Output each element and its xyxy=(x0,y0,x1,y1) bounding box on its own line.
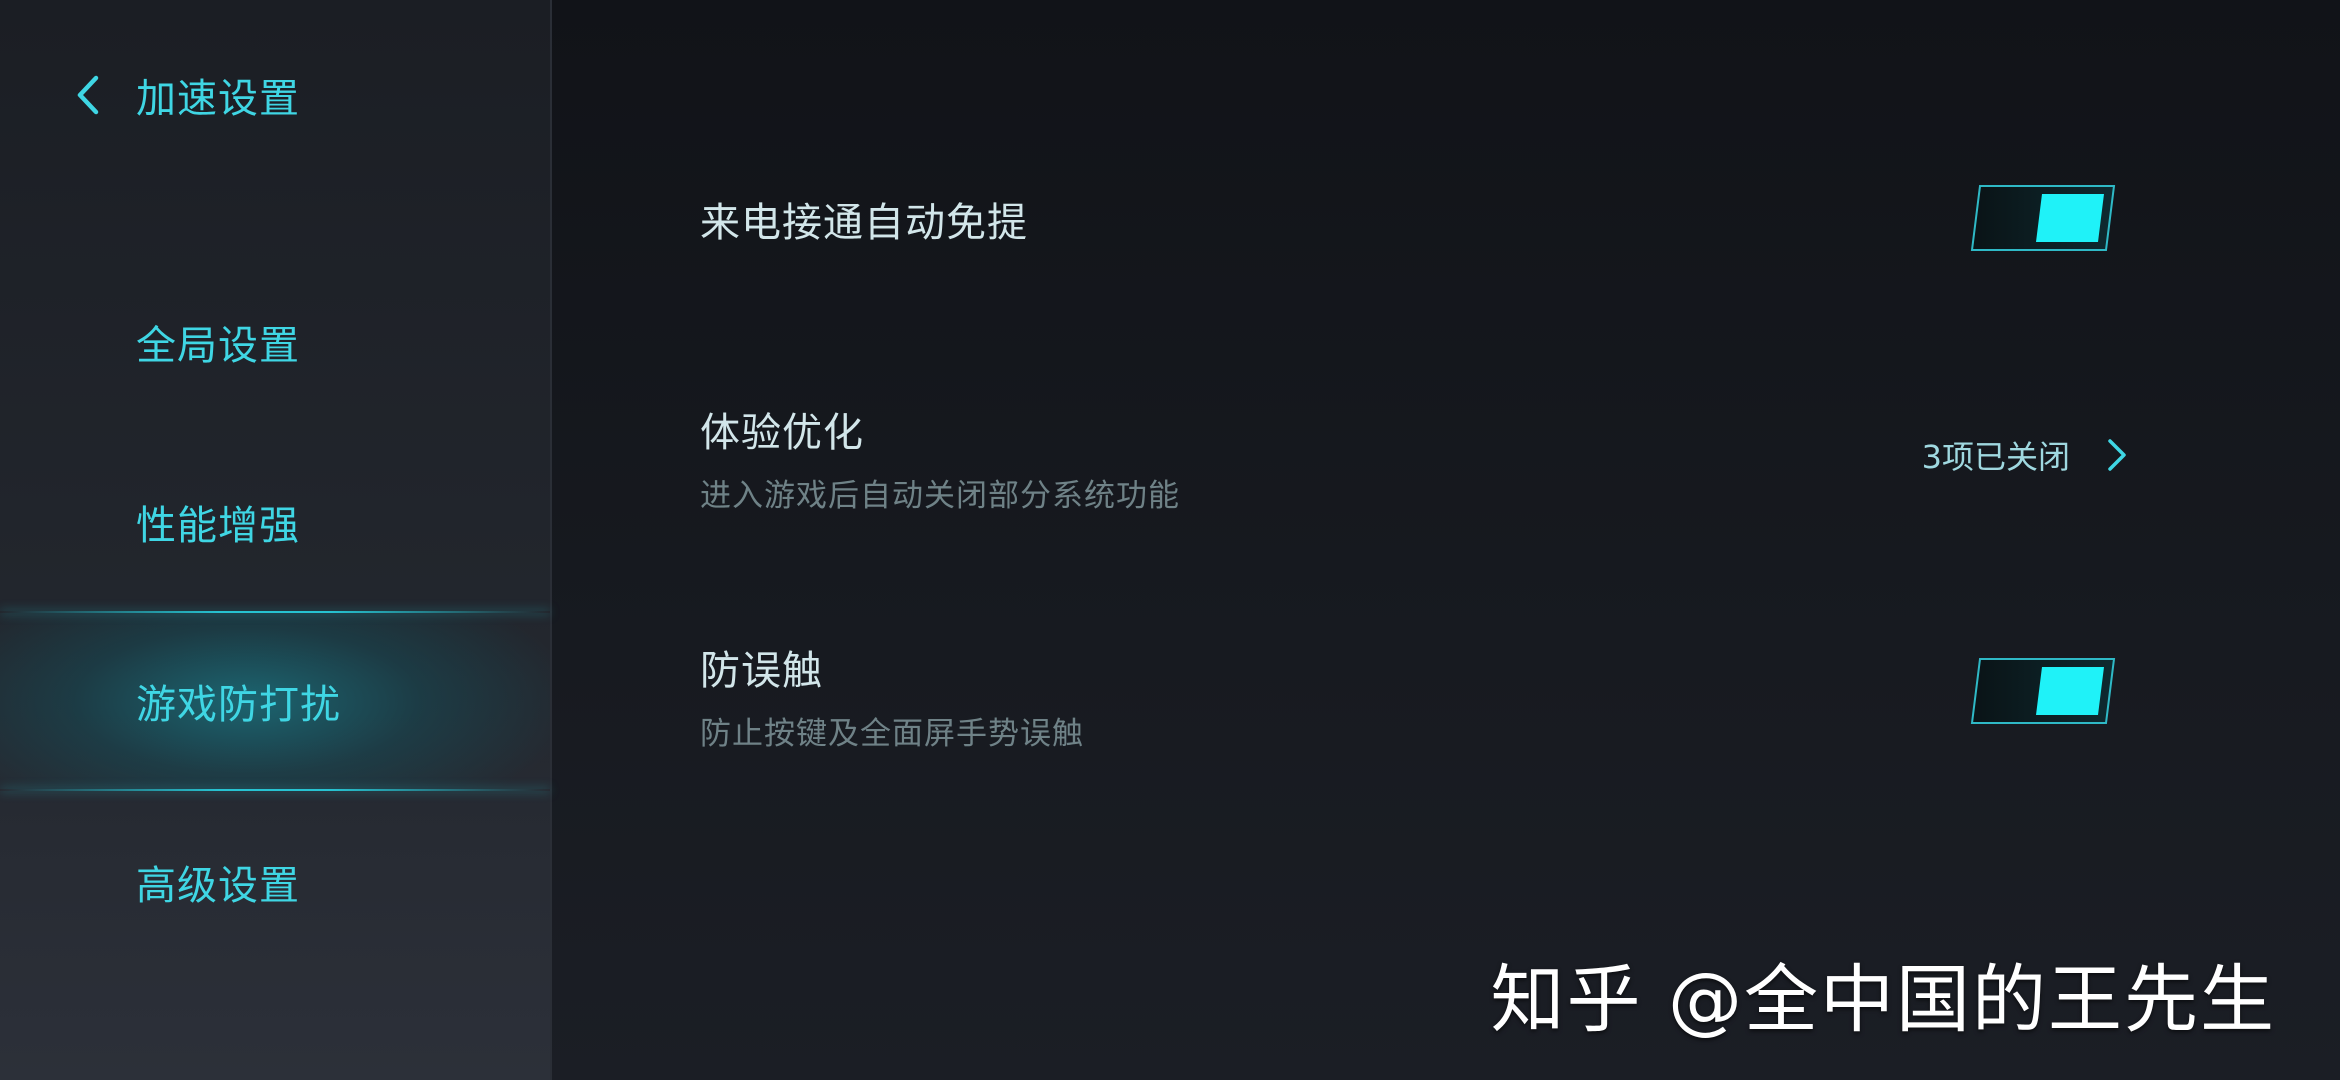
sidebar-item-performance[interactable]: 性能增强 xyxy=(0,432,550,612)
sidebar-item-label: 全局设置 xyxy=(136,323,300,369)
sidebar-item-global-settings[interactable]: 全局设置 xyxy=(0,252,550,432)
closed-items-count: 3项已关闭 xyxy=(1921,438,2070,476)
page-title: 加速设置 xyxy=(136,76,300,122)
sidebar-item-label: 高级设置 xyxy=(136,863,300,909)
setting-subtitle: 防止按键及全面屏手势误触 xyxy=(700,716,1084,752)
watermark: 知乎 @全中国的王先生 xyxy=(1490,957,2276,1043)
anti-mistouch-toggle[interactable] xyxy=(1970,657,2116,725)
sidebar-item-label: 性能增强 xyxy=(136,503,300,549)
chevron-right-icon xyxy=(2108,439,2126,471)
sidebar-item-label: 游戏防打扰 xyxy=(136,682,341,728)
sidebar: 加速设置 全局设置 性能增强 游戏防打扰 高级设置 xyxy=(0,0,552,1080)
setting-title: 来电接通自动免提 xyxy=(700,200,1028,246)
setting-row-anti-mistouch: 防误触 防止按键及全面屏手势误触 xyxy=(700,638,2140,753)
setting-row-auto-speaker: 来电接通自动免提 xyxy=(700,190,2140,248)
back-button[interactable]: 加速设置 xyxy=(70,60,300,130)
sidebar-item-game-do-not-disturb[interactable]: 游戏防打扰 xyxy=(0,611,550,791)
screen: 加速设置 全局设置 性能增强 游戏防打扰 高级设置 来电接通自动免提 体验优化 … xyxy=(0,0,2340,1080)
chevron-left-icon xyxy=(77,75,99,115)
sidebar-item-advanced-settings[interactable]: 高级设置 xyxy=(0,792,550,972)
experience-optimization-link[interactable]: 3项已关闭 xyxy=(1922,430,2128,480)
auto-speaker-toggle[interactable] xyxy=(1970,184,2116,252)
setting-title: 防误触 xyxy=(700,648,823,694)
